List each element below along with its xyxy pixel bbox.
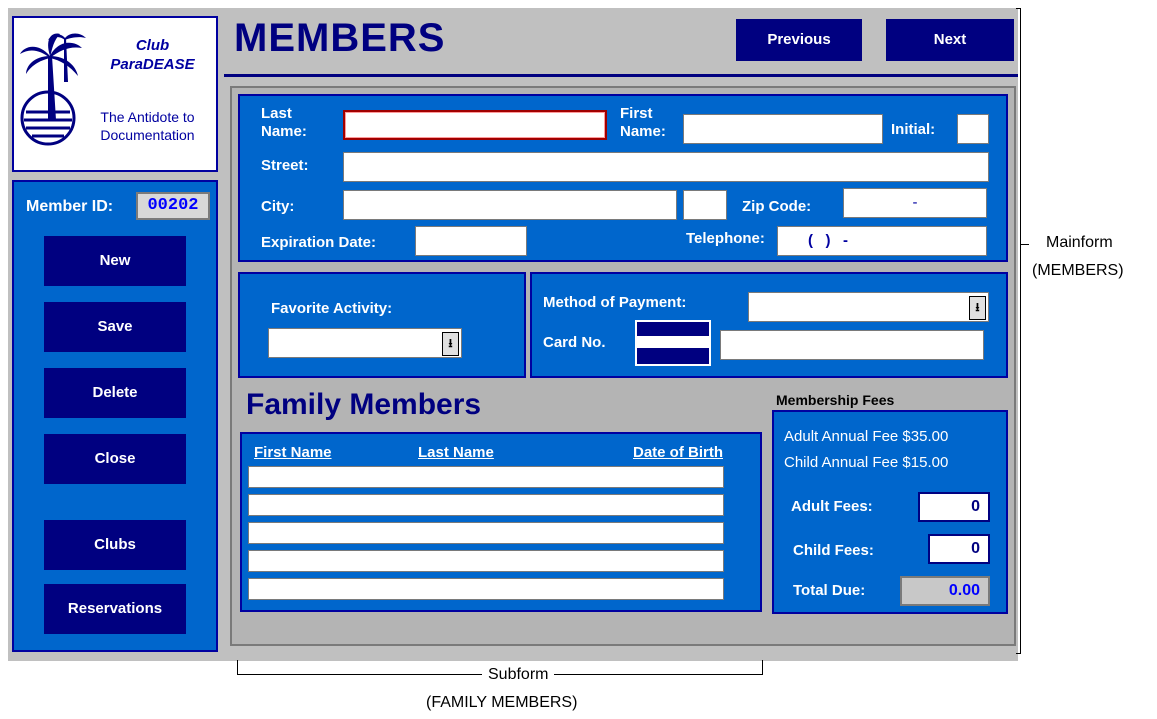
col-header-date-of-birth: Date of Birth xyxy=(633,444,723,461)
next-button[interactable]: Next xyxy=(886,19,1014,61)
family-row[interactable] xyxy=(248,466,724,488)
child-fees-input[interactable]: 0 xyxy=(928,534,990,564)
mainform-annotation-sub: (MEMBERS) xyxy=(1032,262,1124,279)
method-of-payment-label: Method of Payment: xyxy=(543,294,687,311)
member-id-label: Member ID: xyxy=(26,198,114,215)
first-name-input[interactable] xyxy=(683,114,883,144)
col-header-first-name: First Name xyxy=(254,444,332,461)
street-label: Street: xyxy=(261,157,309,174)
zip-code-input[interactable]: - xyxy=(843,188,987,218)
favorite-activity-label: Favorite Activity: xyxy=(271,300,393,317)
family-members-title: Family Members xyxy=(246,388,482,421)
subform-annotation: Subform xyxy=(482,666,555,684)
family-row[interactable] xyxy=(248,522,724,544)
card-number-input[interactable] xyxy=(720,330,984,360)
initial-input[interactable] xyxy=(957,114,989,144)
expiration-date-label: Expiration Date: xyxy=(261,234,377,251)
last-name-label: Last Name: xyxy=(261,105,307,140)
reservations-button[interactable]: Reservations xyxy=(44,584,186,634)
favorite-activity-panel xyxy=(238,272,526,378)
col-header-last-name: Last Name xyxy=(418,444,494,461)
save-button[interactable]: Save xyxy=(44,302,186,352)
state-input[interactable] xyxy=(683,190,727,220)
card-no-label: Card No. xyxy=(543,334,606,351)
adult-fees-label: Adult Fees: xyxy=(791,498,873,515)
zip-code-label: Zip Code: xyxy=(742,198,812,215)
member-id-field[interactable]: 00202 xyxy=(136,192,210,220)
child-annual-fee-text: Child Annual Fee $15.00 xyxy=(784,454,949,471)
method-of-payment-dropdown[interactable]: ⭳ xyxy=(748,292,989,322)
family-row[interactable] xyxy=(248,494,724,516)
mainform-bracket-top xyxy=(1016,8,1021,9)
favorite-activity-dropdown[interactable]: ⭳ xyxy=(268,328,462,358)
previous-button[interactable]: Previous xyxy=(736,19,862,61)
club-tagline: The Antidote to Documentation xyxy=(100,109,195,143)
dropdown-arrow-icon[interactable]: ⭳ xyxy=(969,296,986,320)
mainform-bracket xyxy=(1020,8,1021,654)
payment-panel xyxy=(530,272,1008,378)
club-name: Club ParaDEASE xyxy=(110,37,195,73)
initial-label: Initial: xyxy=(891,121,936,138)
street-input[interactable] xyxy=(343,152,989,182)
mainform-bracket-tick xyxy=(1021,244,1029,245)
adult-annual-fee-text: Adult Annual Fee $35.00 xyxy=(784,428,949,445)
family-row[interactable] xyxy=(248,550,724,572)
expiration-date-input[interactable] xyxy=(415,226,527,256)
card-type-image xyxy=(635,320,711,366)
adult-fees-input[interactable]: 0 xyxy=(918,492,990,522)
page-title: MEMBERS xyxy=(234,16,446,60)
delete-button[interactable]: Delete xyxy=(44,368,186,418)
total-due-field: 0.00 xyxy=(900,576,990,606)
membership-fees-title: Membership Fees xyxy=(776,392,895,408)
family-row[interactable] xyxy=(248,578,724,600)
new-button[interactable]: New xyxy=(44,236,186,286)
mainform-bracket-bottom xyxy=(1016,653,1021,654)
close-button[interactable]: Close xyxy=(44,434,186,484)
mainform-annotation: Mainform xyxy=(1046,234,1113,251)
telephone-label: Telephone: xyxy=(686,230,765,247)
city-input[interactable] xyxy=(343,190,677,220)
city-label: City: xyxy=(261,198,295,215)
first-name-label: First Name: xyxy=(620,105,666,140)
child-fees-label: Child Fees: xyxy=(793,542,874,559)
total-due-label: Total Due: xyxy=(793,582,866,599)
subform-bracket-right xyxy=(762,660,763,675)
title-divider xyxy=(224,74,1018,77)
subform-annotation-sub: (FAMILY MEMBERS) xyxy=(426,694,578,711)
last-name-input[interactable] xyxy=(343,110,607,140)
telephone-input[interactable]: ( ) - xyxy=(777,226,987,256)
subform-bracket-left xyxy=(237,660,238,675)
dropdown-arrow-icon[interactable]: ⭳ xyxy=(442,332,459,356)
clubs-button[interactable]: Clubs xyxy=(44,520,186,570)
